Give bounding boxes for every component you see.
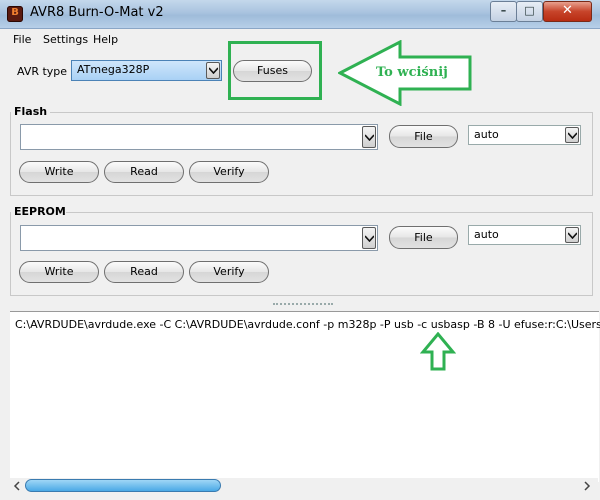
- menu-help[interactable]: Help: [93, 33, 118, 46]
- log-command-text: C:\AVRDUDE\avrdude.exe -C C:\AVRDUDE\avr…: [15, 318, 600, 331]
- app-icon[interactable]: B: [7, 6, 23, 22]
- maximize-icon: □: [524, 4, 535, 17]
- eeprom-file-input[interactable]: [20, 225, 378, 251]
- eeprom-file-button[interactable]: File: [389, 226, 458, 249]
- eeprom-write-button[interactable]: Write: [19, 261, 99, 283]
- minimize-button[interactable]: –: [490, 1, 517, 22]
- annotation-up-arrow-icon: [420, 332, 456, 371]
- flash-write-button[interactable]: Write: [19, 161, 99, 183]
- chevron-down-icon[interactable]: [206, 62, 220, 79]
- menu-file[interactable]: File: [13, 33, 31, 46]
- flash-file-button[interactable]: File: [389, 125, 458, 148]
- chevron-down-icon[interactable]: [362, 227, 376, 249]
- close-icon: ✕: [562, 3, 573, 18]
- chevron-down-icon[interactable]: [362, 126, 376, 148]
- avr-type-value: ATmega328P: [77, 63, 150, 76]
- chevron-down-icon[interactable]: [565, 127, 579, 143]
- scrollbar-thumb[interactable]: [25, 479, 221, 492]
- avr-type-select[interactable]: ATmega328P: [71, 60, 222, 81]
- log-output[interactable]: C:\AVRDUDE\avrdude.exe -C C:\AVRDUDE\avr…: [10, 311, 600, 482]
- scroll-left-icon[interactable]: [10, 479, 24, 493]
- minimize-icon: –: [500, 4, 507, 17]
- horizontal-scrollbar[interactable]: [8, 478, 598, 494]
- close-button[interactable]: ✕: [543, 1, 592, 22]
- splitter-handle[interactable]: [273, 303, 333, 308]
- flash-read-button[interactable]: Read: [104, 161, 184, 183]
- annotation-highlight-box: [228, 41, 322, 100]
- eeprom-verify-button[interactable]: Verify: [189, 261, 269, 283]
- title-bar[interactable]: B AVR8 Burn-O-Mat v2 – □ ✕: [0, 0, 600, 29]
- scroll-right-icon[interactable]: [580, 479, 594, 493]
- menu-settings[interactable]: Settings: [43, 33, 88, 46]
- flash-format-value: auto: [474, 128, 499, 141]
- app-icon-letter: B: [11, 7, 19, 18]
- annotation-text: To wciśnij: [376, 65, 448, 80]
- eeprom-format-value: auto: [474, 228, 499, 241]
- maximize-button[interactable]: □: [516, 1, 543, 22]
- flash-file-input[interactable]: [20, 124, 378, 150]
- avr-type-label: AVR type: [17, 65, 68, 78]
- flash-verify-button[interactable]: Verify: [189, 161, 269, 183]
- eeprom-read-button[interactable]: Read: [104, 261, 184, 283]
- flash-format-select[interactable]: auto: [468, 125, 581, 145]
- eeprom-format-select[interactable]: auto: [468, 225, 581, 245]
- app-window: B AVR8 Burn-O-Mat v2 – □ ✕ File Settings…: [0, 0, 600, 500]
- chevron-down-icon[interactable]: [565, 227, 579, 243]
- window-title: AVR8 Burn-O-Mat v2: [30, 5, 164, 20]
